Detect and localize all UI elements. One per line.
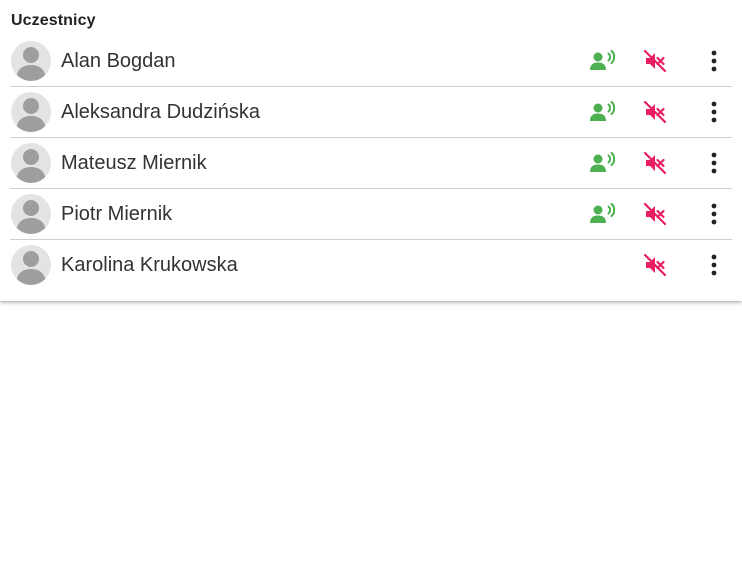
- avatar-icon: [11, 143, 51, 183]
- participant-name: Piotr Miernik: [61, 203, 173, 225]
- participants-list: Alan Bogdan Aleksandra Dudzińska Mateusz…: [10, 36, 732, 290]
- participant-name: Karolina Krukowska: [61, 254, 238, 276]
- avatar-icon: [11, 245, 51, 285]
- participant-row: Mateusz Miernik: [10, 138, 732, 189]
- avatar-icon: [11, 41, 51, 81]
- volume-off-icon[interactable]: [641, 251, 669, 279]
- panel-title: Uczestnicy: [11, 12, 96, 29]
- more-vert-icon[interactable]: [700, 200, 728, 228]
- avatar-icon: [11, 194, 51, 234]
- more-vert-icon[interactable]: [700, 47, 728, 75]
- avatar-icon: [11, 92, 51, 132]
- participant-row: Aleksandra Dudzińska: [10, 87, 732, 138]
- volume-off-icon[interactable]: [641, 47, 669, 75]
- person-voice-icon[interactable]: [590, 200, 618, 228]
- more-vert-icon[interactable]: [700, 251, 728, 279]
- person-voice-icon[interactable]: [590, 149, 618, 177]
- volume-off-icon[interactable]: [641, 98, 669, 126]
- participant-name: Mateusz Miernik: [61, 152, 207, 174]
- participant-row: Piotr Miernik: [10, 189, 732, 240]
- volume-off-icon[interactable]: [641, 149, 669, 177]
- person-voice-icon[interactable]: [590, 47, 618, 75]
- person-voice-icon[interactable]: [590, 98, 618, 126]
- volume-off-icon[interactable]: [641, 200, 669, 228]
- participant-name: Aleksandra Dudzińska: [61, 101, 260, 123]
- participant-row: Alan Bogdan: [10, 36, 732, 87]
- participant-row: Karolina Krukowska: [10, 240, 732, 290]
- participants-panel: Uczestnicy Alan Bogdan Aleksandra Dudziń…: [0, 0, 742, 301]
- more-vert-icon[interactable]: [700, 98, 728, 126]
- more-vert-icon[interactable]: [700, 149, 728, 177]
- participant-name: Alan Bogdan: [61, 50, 176, 72]
